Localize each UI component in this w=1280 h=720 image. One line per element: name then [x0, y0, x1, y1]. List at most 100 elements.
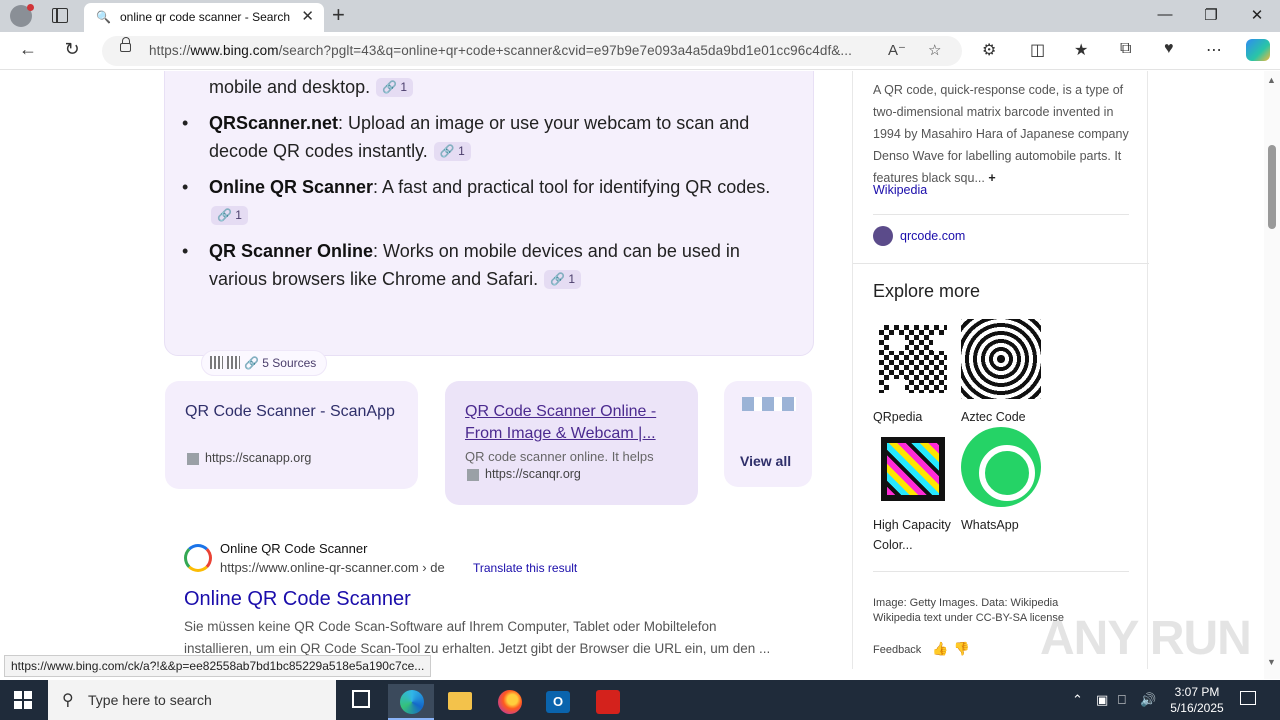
restore-icon[interactable]: ❐	[1196, 6, 1226, 24]
source-card[interactable]: QR Code Scanner - ScanApp https://scanap…	[165, 381, 418, 489]
explore-item-label[interactable]: Aztec Code	[961, 407, 1026, 427]
expand-more-button[interactable]: +	[988, 171, 995, 185]
tab-title: online qr code scanner - Search	[120, 10, 291, 24]
explore-more-heading: Explore more	[873, 281, 981, 301]
more-menu-icon[interactable]: ⋯	[1206, 40, 1222, 60]
sources-button[interactable]: 🔗 5 Sources	[201, 350, 328, 376]
url-text[interactable]: https://www.bing.com/search?pglt=43&q=on…	[149, 43, 852, 58]
list-item: • Online QR Scanner: A fast and practica…	[182, 173, 799, 237]
clock-time: 3:07 PM	[1174, 685, 1220, 699]
device-icon[interactable]: ▣	[1096, 692, 1108, 708]
site-favicon-icon	[184, 544, 212, 572]
show-hidden-icons-icon[interactable]: ⌃	[1072, 692, 1083, 708]
knowledge-panel: A QR code, quick-response code, is a typ…	[852, 71, 1149, 669]
result-title-link[interactable]: Online QR Code Scanner	[184, 588, 411, 611]
card-title[interactable]: QR Code Scanner - ScanApp	[185, 401, 405, 423]
split-screen-icon[interactable]: ◫	[1030, 40, 1045, 60]
acrobat-taskbar-app[interactable]	[584, 684, 630, 720]
performance-icon[interactable]: ♥	[1164, 40, 1174, 58]
citation-badge[interactable]: 🔗 1	[433, 142, 471, 161]
card-url: https://scanqr.org	[485, 467, 581, 481]
search-icon: 🔍	[96, 10, 111, 24]
address-bar[interactable]: https://www.bing.com/search?pglt=43&q=on…	[102, 36, 962, 66]
read-aloud-icon[interactable]: A⁻	[888, 41, 906, 59]
title-bar: 🔍 online qr code scanner - Search ✕ + — …	[0, 0, 1280, 32]
taskbar-search-placeholder: Type here to search	[88, 692, 212, 708]
site-favicon-icon	[187, 453, 199, 465]
refresh-icon[interactable]: ↻	[60, 39, 84, 60]
card-title[interactable]: QR Code Scanner Online - From Image & We…	[465, 401, 685, 445]
extensions-icon[interactable]: ⚙	[982, 40, 996, 60]
tab-actions-icon[interactable]	[52, 8, 68, 23]
collections-icon[interactable]: ⧉	[1120, 40, 1131, 58]
status-bar-url: https://www.bing.com/ck/a?!&&p=ee82558ab…	[4, 655, 432, 677]
explore-item-label[interactable]: QRpedia	[873, 407, 922, 427]
lock-icon[interactable]	[120, 37, 131, 52]
globe-icon	[873, 226, 893, 246]
tab-active[interactable]: 🔍 online qr code scanner - Search ✕	[84, 3, 324, 32]
thumbs-up-icon[interactable]: 👍	[932, 641, 948, 656]
folder-icon	[448, 692, 472, 710]
back-icon[interactable]: ←	[16, 39, 40, 60]
panel-description: A QR code, quick-response code, is a typ…	[873, 83, 1129, 185]
page-scrollbar[interactable]: ▲ ▼	[1264, 71, 1280, 679]
windows-start-icon[interactable]	[14, 691, 32, 709]
whatsapp-icon[interactable]	[961, 427, 1041, 507]
divider	[873, 214, 1129, 215]
explorer-taskbar-app[interactable]	[436, 684, 482, 720]
view-all-card[interactable]: View all	[724, 381, 812, 487]
citation-badge[interactable]: 🔗 1	[211, 206, 248, 225]
citation-badge[interactable]: 🔗 1	[544, 270, 582, 289]
view-all-link[interactable]: View all	[740, 453, 791, 469]
divider	[853, 263, 1149, 264]
close-window-icon[interactable]: ✕	[1242, 6, 1272, 24]
minimize-icon[interactable]: —	[1150, 6, 1180, 23]
system-clock[interactable]: 3:07 PM 5/16/2025	[1162, 684, 1232, 716]
watermark-logo: ANY RUN	[1040, 612, 1252, 665]
firefox-taskbar-app[interactable]	[486, 684, 532, 720]
official-site-link[interactable]: qrcode.com	[900, 229, 965, 243]
panel-credit: Image: Getty Images. Data: Wikipedia Wik…	[873, 597, 1064, 624]
network-icon[interactable]: ⎕	[1118, 692, 1126, 708]
divider	[873, 571, 1129, 572]
page-content: mobile and desktop. 🔗 1 • QRScanner.net: …	[0, 71, 1280, 679]
site-favicon-icon	[467, 469, 479, 481]
source-icons	[742, 397, 796, 411]
card-snippet: QR code scanner online. It helps	[465, 449, 654, 464]
copilot-icon[interactable]	[1246, 39, 1270, 61]
qr-icon	[210, 356, 223, 369]
wikipedia-link[interactable]: Wikipedia	[873, 183, 927, 197]
search-icon: ⚲	[62, 692, 74, 709]
qrpedia-thumbnail[interactable]	[873, 319, 953, 399]
copilot-answer-card: mobile and desktop. 🔗 1 • QRScanner.net: …	[164, 71, 814, 376]
notifications-icon[interactable]	[1240, 691, 1256, 705]
profile-icon[interactable]	[10, 4, 34, 27]
source-card[interactable]: QR Code Scanner Online - From Image & We…	[445, 381, 698, 505]
taskbar: ⚲ Type here to search O ⌃ ▣ ⎕ 🔊 3:07 PM …	[0, 680, 1280, 720]
explore-item-label[interactable]: WhatsApp	[961, 515, 1019, 535]
navigation-bar: ← ↻ https://www.bing.com/search?pglt=43&…	[0, 32, 1280, 70]
close-tab-icon[interactable]: ✕	[301, 7, 314, 25]
task-view-icon[interactable]	[352, 690, 370, 708]
favorite-star-icon[interactable]: ☆	[928, 41, 941, 59]
explore-item-label[interactable]: High Capacity Color...	[873, 515, 957, 555]
answer-list: mobile and desktop. 🔗 1 • QRScanner.net: …	[182, 73, 799, 293]
aztec-code-thumbnail[interactable]	[961, 319, 1041, 399]
thumbs-down-icon[interactable]: 👎	[954, 641, 970, 656]
scan-icon	[227, 356, 240, 369]
taskbar-search[interactable]: ⚲ Type here to search	[48, 680, 336, 720]
citation-badge[interactable]: 🔗 1	[376, 78, 414, 97]
edge-taskbar-app[interactable]	[388, 684, 434, 720]
volume-icon[interactable]: 🔊	[1140, 692, 1156, 708]
result-url: https://www.online-qr-scanner.com › de	[220, 560, 445, 575]
scroll-up-icon[interactable]: ▲	[1267, 75, 1276, 85]
favorites-icon[interactable]: ★	[1074, 40, 1088, 60]
feedback-label: Feedback	[873, 644, 922, 656]
high-capacity-color-thumbnail[interactable]	[881, 437, 945, 501]
scroll-down-icon[interactable]: ▼	[1267, 657, 1276, 667]
outlook-taskbar-app[interactable]: O	[534, 684, 580, 720]
result-snippet: Sie müssen keine QR Code Scan-Software a…	[184, 619, 771, 656]
translate-link[interactable]: Translate this result	[473, 561, 577, 575]
scrollbar-thumb[interactable]	[1268, 145, 1276, 229]
new-tab-icon[interactable]: +	[332, 2, 345, 28]
